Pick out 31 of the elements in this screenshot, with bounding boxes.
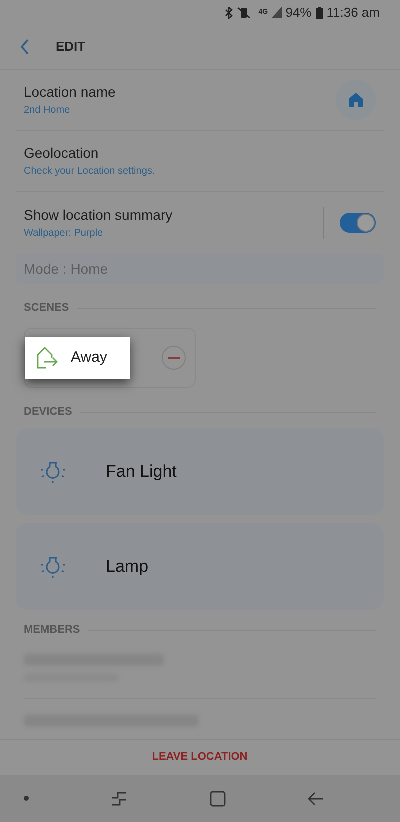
setting-label: Location name xyxy=(24,83,117,102)
back-nav-icon[interactable] xyxy=(308,792,324,806)
chevron-left-icon xyxy=(20,39,30,55)
scene-name: Away xyxy=(71,348,108,368)
leave-home-icon xyxy=(37,347,59,369)
toggle-switch[interactable] xyxy=(340,212,376,232)
signal-icon xyxy=(272,7,282,18)
section-header: SCENES xyxy=(24,300,70,316)
scene-item[interactable]: Away xyxy=(25,337,130,379)
battery-percent: 94% xyxy=(286,4,312,22)
device-name: Lamp xyxy=(106,556,149,578)
bluetooth-icon xyxy=(224,6,233,18)
vibrate-mute-icon xyxy=(236,6,251,18)
setting-label: Show location summary xyxy=(24,206,174,225)
home-button[interactable] xyxy=(336,80,376,120)
setting-label: Geolocation xyxy=(24,144,100,163)
setting-value: 2nd Home xyxy=(24,104,72,118)
device-card[interactable]: Lamp xyxy=(16,523,384,610)
page-title: EDIT xyxy=(56,38,86,56)
setting-value: Wallpaper: Purple xyxy=(24,226,104,240)
section-header: DEVICES xyxy=(24,404,72,420)
section-header: MEMBERS xyxy=(24,622,80,638)
home-nav-icon[interactable] xyxy=(210,790,226,806)
battery-icon xyxy=(316,6,323,18)
clock: 11:36 am xyxy=(326,4,380,22)
recent-apps-icon[interactable] xyxy=(111,792,128,806)
house-icon xyxy=(347,91,365,109)
setting-value: Check your Location settings. xyxy=(24,165,156,179)
device-card[interactable]: Fan Light xyxy=(16,428,384,515)
remove-button[interactable] xyxy=(162,346,186,370)
device-name: Fan Light xyxy=(106,460,177,483)
